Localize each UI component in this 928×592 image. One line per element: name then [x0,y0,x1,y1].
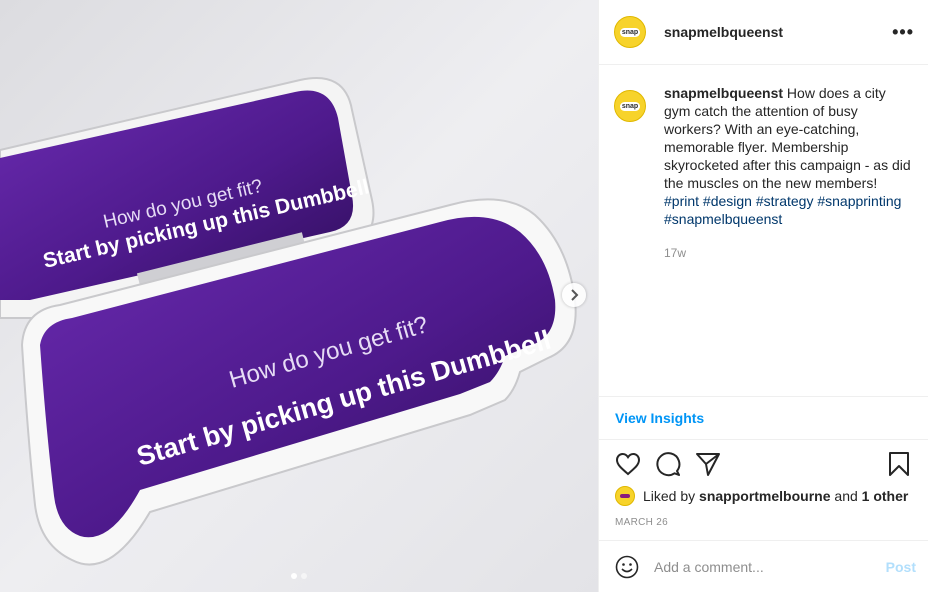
dumbbell-flyers-image: How do you get fit? Start by picking up … [0,0,598,592]
hashtag-strategy[interactable]: #strategy [756,193,814,209]
post-comment-button[interactable]: Post [886,559,916,575]
emoji-button[interactable] [614,554,640,580]
bookmark-icon [889,452,909,476]
hashtag-print[interactable]: #print [664,193,699,209]
post-header: snap snapmelbqueenst ••• [599,0,928,65]
liker-username[interactable]: snapportmelbourne [699,488,830,504]
action-bar [613,449,914,479]
carousel-dot-2 [301,573,307,579]
ellipsis-icon[interactable]: ••• [892,22,914,43]
comment-icon [656,452,681,477]
save-button[interactable] [884,449,914,479]
hashtag-snapmelbqueenst[interactable]: #snapmelbqueenst [664,211,782,227]
liker-avatar[interactable] [615,486,635,506]
caption-block: snap snapmelbqueenst How does a city gym… [614,84,916,262]
caption-avatar[interactable]: snap [614,90,646,122]
like-button[interactable] [613,449,643,479]
carousel-indicator [0,573,598,579]
view-insights-bar: View Insights [599,396,928,440]
chevron-right-icon [571,289,579,301]
share-button[interactable] [693,449,723,479]
post-age[interactable]: 17w [664,244,916,262]
comment-input[interactable] [654,558,886,575]
hashtag-design[interactable]: #design [703,193,752,209]
comment-bar: Post [599,540,928,592]
likes-connector: and [834,488,858,504]
post-sidebar: snap snapmelbqueenst ••• snap snapmelbqu… [598,0,928,592]
caption-text: snapmelbqueenst How does a city gym catc… [664,84,916,262]
likes-summary: Liked by snapportmelbourne and 1 other [615,486,918,506]
smiley-icon [615,555,639,578]
comment-button[interactable] [653,449,683,479]
avatar[interactable]: snap [614,16,646,48]
view-insights-link[interactable]: View Insights [615,410,704,426]
post-photo[interactable]: How do you get fit? Start by picking up … [0,0,598,592]
next-photo-button[interactable] [562,283,586,307]
caption-username[interactable]: snapmelbqueenst [664,85,783,101]
snap-logo: snap [619,101,641,111]
heart-icon [615,452,641,476]
header-username[interactable]: snapmelbqueenst [664,24,783,40]
likes-prefix: Liked by [643,488,696,504]
carousel-dot-1 [291,573,297,579]
hashtag-snapprinting[interactable]: #snapprinting [817,193,901,209]
post-date[interactable]: MARCH 26 [615,517,668,528]
snap-logo: snap [619,27,641,37]
likes-others[interactable]: 1 other [862,488,909,504]
share-icon [696,453,720,476]
